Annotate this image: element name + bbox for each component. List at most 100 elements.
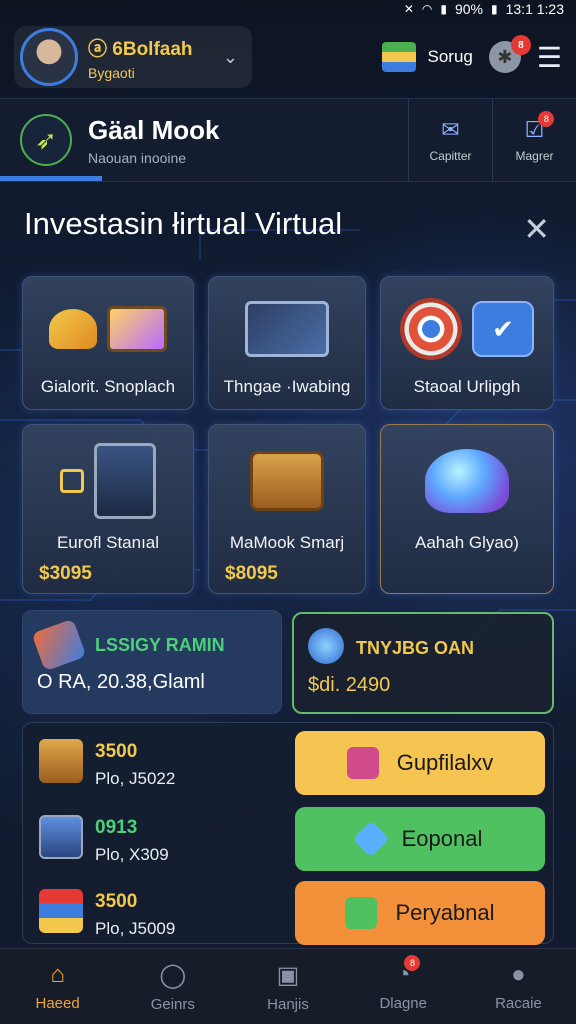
messages-label: Magrer xyxy=(515,149,554,163)
signal-icon: ▮ xyxy=(440,2,447,16)
investment-card[interactable]: Eurofl Stanıal $3095 xyxy=(22,424,194,594)
row-action-button[interactable]: Gupfilalxv xyxy=(295,731,545,795)
chip-icon xyxy=(60,469,84,493)
modal-title: Investasin łirtual Virtual xyxy=(24,206,343,241)
nav-label: Racaie xyxy=(495,995,542,1012)
investment-card[interactable]: ✔ Staoal Urlipgh xyxy=(380,276,554,410)
close-icon[interactable]: ✕ xyxy=(523,210,550,248)
row-action-label: Gupfilalxv xyxy=(396,750,494,775)
profile-switcher[interactable]: ⓐ 6Bolfaah Bygaoti ⌄ xyxy=(14,26,252,88)
card-label: Thngae ·Iwabing xyxy=(223,377,351,396)
stat-panel: LSSIGY RAMIN O RA, 20.38,Glaml xyxy=(22,610,282,714)
globe-icon xyxy=(308,628,344,664)
nav-item-home[interactable]: ⌂ Haeed xyxy=(0,949,115,1024)
mute-icon: ✕ xyxy=(403,2,414,16)
profile-subtitle: Bygaoti xyxy=(88,64,135,81)
investment-card[interactable]: Aahah Glyao) xyxy=(380,424,554,594)
laptop-icon xyxy=(245,301,329,357)
card-art xyxy=(23,439,193,523)
bell-icon: ◔ 8 xyxy=(396,955,421,989)
card-art xyxy=(23,289,193,369)
stat-heading: TNYJBG OAN xyxy=(356,638,475,658)
envelope-icon: ✉ xyxy=(441,117,460,142)
nav-item-alerts[interactable]: ◔ 8 Dlagne xyxy=(346,949,461,1024)
chart-icon: ▣ xyxy=(276,961,300,989)
gem-icon xyxy=(352,820,390,858)
messages-button[interactable]: ☑ 8 Magrer xyxy=(492,99,576,181)
document-icon xyxy=(345,897,378,929)
tag-icon xyxy=(31,618,87,672)
wifi-icon: ◠ xyxy=(421,2,433,16)
row-value: 3500 xyxy=(95,891,138,912)
shop-button[interactable]: Sorug xyxy=(381,42,473,72)
battery-percent: 90% xyxy=(454,1,483,17)
stat-panel: TNYJBG OAN $di. 2490 xyxy=(292,612,554,714)
section-title: Gäal Mook xyxy=(88,114,220,145)
investment-card[interactable]: Thngae ·Iwabing xyxy=(208,276,366,410)
row-value: 3500 xyxy=(95,741,138,762)
nav-item-search[interactable]: ◯ Geinrs xyxy=(115,949,230,1024)
investment-card[interactable]: MaMook Smarj $8095 xyxy=(208,424,366,594)
cart-icon xyxy=(346,747,379,779)
card-art xyxy=(209,289,365,369)
status-bar: ✕ ◠ ▮ 90% ▮ 13:1 1:23 xyxy=(0,0,576,18)
profile-name: ⓐ 6Bolfaah xyxy=(88,38,193,60)
menu-icon[interactable]: ☰ xyxy=(537,41,562,74)
nav-label: Geinrs xyxy=(150,995,195,1013)
card-art: ✔ xyxy=(381,289,553,369)
row-value: 0913 xyxy=(95,817,138,838)
row-action-label: Eoponal xyxy=(401,826,483,851)
card-art xyxy=(381,439,553,523)
investment-card[interactable]: Gialorit. Snoplach xyxy=(22,276,194,410)
chevron-down-icon: ⌄ xyxy=(222,46,238,67)
books-icon xyxy=(39,889,83,933)
books-icon xyxy=(381,42,416,72)
capital-button[interactable]: ✉ Capitter xyxy=(408,99,492,181)
tile-icon: ✔ xyxy=(472,301,534,357)
header-actions: ✉ Capitter ☑ 8 Magrer xyxy=(408,99,576,181)
tablet-icon xyxy=(94,443,156,519)
list-item: 3500 Plo, J5009 Peryabnal xyxy=(23,875,555,949)
user-icon: ● xyxy=(511,961,526,988)
clock: 13:1 1:23 xyxy=(505,1,564,17)
row-subtext: Plo, J5009 xyxy=(95,919,176,938)
stat-heading: LSSIGY RAMIN xyxy=(95,635,225,655)
section-header-text: Gäal Mook Naouan inooine xyxy=(72,115,219,166)
nav-label: Hanjis xyxy=(267,995,309,1013)
row-action-button[interactable]: Peryabnal xyxy=(295,881,545,945)
nav-label: Haeed xyxy=(35,995,80,1012)
nav-item-profile[interactable]: ● Racaie xyxy=(461,949,576,1024)
search-icon: ◯ xyxy=(159,961,187,989)
profile-text: ⓐ 6Bolfaah Bygaoti xyxy=(88,34,193,81)
top-actions: Sorug ✱ 8 ☰ xyxy=(381,35,562,74)
card-art xyxy=(209,439,365,523)
card-label: Gialorit. Snoplach xyxy=(40,377,176,396)
check-icon: ☑ 8 xyxy=(525,111,555,143)
chest-icon xyxy=(250,451,324,511)
avatar xyxy=(20,28,78,86)
nav-item-chart[interactable]: ▣ Hanjis xyxy=(230,949,345,1024)
card-price: $3095 xyxy=(39,563,92,584)
battery-icon: ▮ xyxy=(491,2,498,16)
stat-value: O RA, 20.38,Glaml xyxy=(37,671,205,693)
target-icon xyxy=(400,298,462,360)
row-action-label: Peryabnal xyxy=(395,900,495,925)
settings-button[interactable]: ✱ 8 xyxy=(488,35,531,73)
card-label: Eurofl Stanıal xyxy=(56,533,160,552)
home-icon: ⌂ xyxy=(50,961,65,988)
nav-badge: 8 xyxy=(404,955,421,971)
section-subtitle: Naouan inooine xyxy=(88,149,187,166)
shop-label: Sorug xyxy=(427,47,473,66)
stat-value: $di. 2490 xyxy=(308,674,391,696)
shield-icon xyxy=(49,309,97,349)
row-subtext: Plo, X309 xyxy=(95,845,169,864)
nav-label: Dlagne xyxy=(379,995,427,1012)
top-bar: ⓐ 6Bolfaah Bygaoti ⌄ Sorug ✱ 8 ☰ xyxy=(0,18,576,96)
tab-progress-bar xyxy=(0,176,102,181)
row-action-button[interactable]: Eoponal xyxy=(295,807,545,871)
messages-badge: 8 xyxy=(538,111,555,127)
rocket-icon: ➶ xyxy=(20,114,72,166)
monitor-icon xyxy=(39,815,83,859)
card-label: Aahah Glyao) xyxy=(415,533,519,552)
card-label: MaMook Smarj xyxy=(229,533,345,552)
